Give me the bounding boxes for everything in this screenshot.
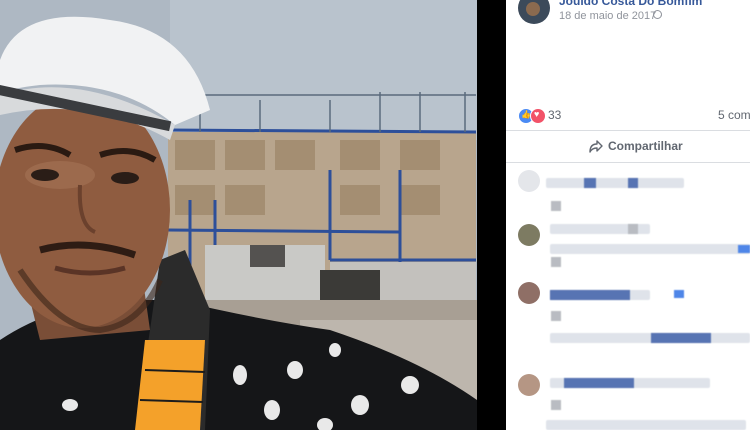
blurred-text bbox=[738, 245, 750, 253]
blurred-text bbox=[628, 178, 638, 188]
blurred-text bbox=[584, 178, 596, 188]
post-date-text: 18 de maio de 2017 bbox=[559, 10, 657, 22]
author-name-link[interactable]: Jouldo Costa Do Bomfim bbox=[559, 0, 702, 8]
commenter-avatar[interactable] bbox=[518, 374, 540, 396]
share-arrow-icon bbox=[589, 140, 603, 153]
post-date[interactable]: 18 de maio de 2017 · bbox=[559, 10, 663, 22]
blurred-text bbox=[551, 400, 561, 410]
comment-item bbox=[506, 278, 750, 358]
comment-item bbox=[506, 220, 750, 275]
post-photo[interactable] bbox=[0, 0, 477, 430]
blurred-text bbox=[628, 224, 638, 234]
selfie-construction-photo bbox=[0, 0, 477, 430]
blurred-text bbox=[564, 378, 634, 388]
author-avatar[interactable] bbox=[518, 0, 550, 24]
share-button[interactable]: Compartilhar bbox=[506, 134, 750, 158]
comments-count-link[interactable]: 5 come bbox=[718, 108, 750, 122]
commenter-avatar[interactable] bbox=[518, 282, 540, 304]
blurred-text bbox=[651, 333, 711, 343]
love-icon bbox=[530, 108, 546, 124]
blurred-text bbox=[551, 257, 561, 267]
commenter-avatar[interactable] bbox=[518, 170, 540, 192]
blurred-text bbox=[546, 178, 684, 188]
post-details-panel: Jouldo Costa Do Bomfim 18 de maio de 201… bbox=[506, 0, 750, 430]
divider bbox=[506, 162, 750, 163]
blurred-text bbox=[550, 333, 750, 343]
reaction-count: 33 bbox=[548, 108, 562, 122]
blurred-text bbox=[546, 420, 746, 430]
divider bbox=[506, 130, 750, 131]
blurred-text bbox=[551, 201, 561, 211]
blurred-text bbox=[551, 311, 561, 321]
share-label: Compartilhar bbox=[608, 139, 683, 153]
post-header: Jouldo Costa Do Bomfim 18 de maio de 201… bbox=[506, 0, 750, 30]
viewer-divider bbox=[477, 0, 506, 430]
comment-item bbox=[506, 168, 750, 218]
blurred-text bbox=[550, 244, 750, 254]
comment-item bbox=[506, 370, 750, 430]
globe-icon[interactable] bbox=[653, 10, 662, 19]
commenter-avatar[interactable] bbox=[518, 224, 540, 246]
blurred-text bbox=[674, 290, 684, 298]
blurred-text bbox=[550, 290, 630, 300]
